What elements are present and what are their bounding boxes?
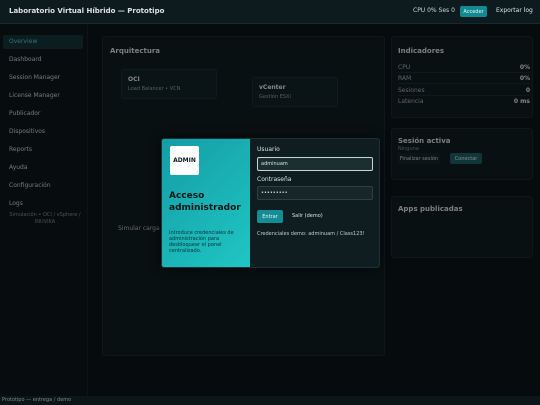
admin-access-button[interactable]: Acceder	[460, 6, 487, 17]
modal-brand-panel: ADMIN Acceso administrador Introduce cre…	[162, 139, 250, 267]
top-bar: Laboratorio Virtual Híbrido — Prototipo …	[0, 0, 540, 24]
password-input[interactable]	[257, 186, 373, 200]
app-title: Laboratorio Virtual Híbrido — Prototipo	[9, 7, 165, 15]
export-log-button[interactable]: Exportar log	[496, 7, 533, 14]
admin-logo: ADMIN	[170, 146, 199, 175]
page-footer: Prototipo — entrega / demo	[2, 397, 72, 403]
username-label: Usuario	[257, 146, 280, 153]
system-status: CPU 0% Ses 0	[413, 7, 455, 14]
enter-button[interactable]: Entrar	[257, 210, 283, 223]
admin-login-modal: ADMIN Acceso administrador Introduce cre…	[161, 138, 380, 268]
password-label: Contraseña	[257, 176, 292, 183]
demo-credentials: Credenciales demo: adminuam / Class123!	[257, 231, 365, 237]
modal-heading: Acceso administrador	[169, 191, 241, 213]
username-input[interactable]	[257, 157, 373, 171]
exit-demo-button[interactable]: Salir (demo)	[292, 213, 323, 219]
modal-description: Introduce credenciales de administración…	[169, 230, 234, 254]
